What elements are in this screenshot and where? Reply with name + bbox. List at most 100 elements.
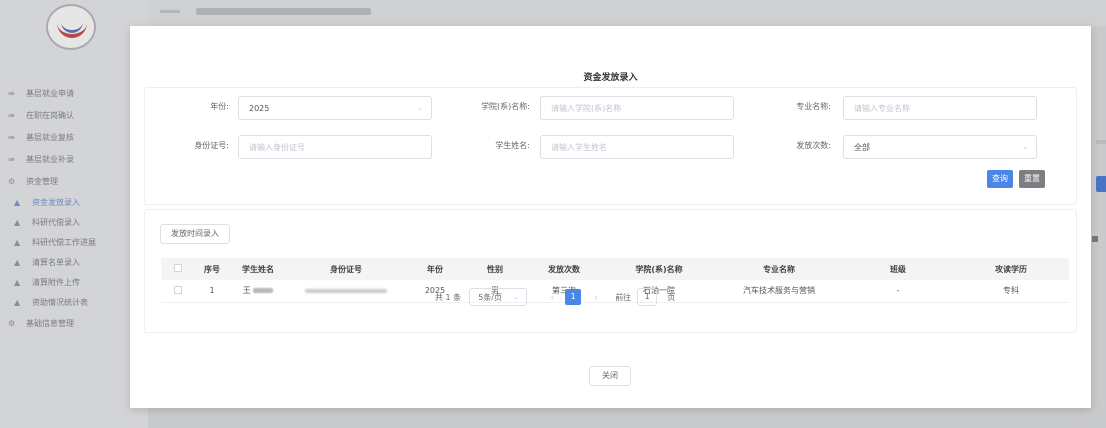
year-value: 2025 bbox=[249, 103, 270, 113]
id-number-input[interactable]: 请输入身份证号 bbox=[238, 135, 432, 159]
row-major: 汽车技术服务与营销 bbox=[743, 286, 815, 296]
pagination: 共 1 条 5条/页 ⌄ ‹ 1 › 前往 1 页 bbox=[435, 288, 675, 306]
sidebar-item[interactable]: ▲ 科研代偿录入 bbox=[0, 212, 148, 232]
row-class: - bbox=[896, 286, 900, 296]
student-name-input[interactable]: 请输入学生姓名 bbox=[540, 135, 734, 159]
times-label: 发放次数: bbox=[796, 141, 831, 150]
college-input[interactable]: 请输入学院(系)名称 bbox=[540, 96, 734, 120]
gear-icon: ⚙ bbox=[8, 176, 16, 186]
sidebar-item[interactable]: ⇛ 基层就业复核 bbox=[0, 126, 148, 148]
college-placeholder: 请输入学院(系)名称 bbox=[551, 103, 622, 113]
year-label: 年份: bbox=[210, 102, 229, 111]
major-placeholder: 请输入专业名称 bbox=[854, 103, 910, 113]
fund-entry-dialog: 资金发放录入 年份: 2025 ⌄ 学院(系)名称: 请输入学院(系)名称 专业… bbox=[130, 26, 1091, 408]
sidebar-item[interactable]: ▲ 清算附件上传 bbox=[0, 272, 148, 292]
column-header: 序号 bbox=[204, 264, 220, 274]
background-element bbox=[1092, 236, 1098, 242]
folder-icon: ▲ bbox=[14, 197, 21, 207]
sidebar-item-label: 清算名单录入 bbox=[32, 257, 80, 267]
menu-toggle-icon[interactable] bbox=[160, 10, 180, 13]
sidebar-item-label: 清算附件上传 bbox=[32, 277, 80, 287]
row-degree: 专科 bbox=[1003, 286, 1019, 296]
search-form: 年份: 2025 ⌄ 学院(系)名称: 请输入学院(系)名称 专业名称: 请输入… bbox=[144, 87, 1077, 205]
redacted-id-number bbox=[305, 289, 387, 294]
sidebar-item[interactable]: ▲ 资金发放录入 bbox=[0, 192, 148, 212]
sidebar-item-label: 在职在岗确认 bbox=[26, 110, 74, 120]
layers-icon: ⇛ bbox=[8, 110, 15, 120]
column-header: 性别 bbox=[487, 264, 503, 274]
select-all-checkbox[interactable] bbox=[174, 264, 182, 272]
column-header: 学生姓名 bbox=[242, 264, 274, 274]
row-id-number bbox=[287, 280, 405, 302]
chevron-down-icon: ⌄ bbox=[1022, 143, 1028, 151]
column-header: 攻读学历 bbox=[995, 264, 1027, 274]
sidebar: ⇛ 基层就业申请 ⇛ 在职在岗确认 ⇛ 基层就业复核 ⇛ 基层就业补录 ⚙ 资金管理 ▲ 资金发放录入… bbox=[0, 0, 148, 428]
column-header: 学院(系)名称 bbox=[635, 264, 683, 274]
column-header: 身份证号 bbox=[330, 264, 362, 274]
select-all-cell[interactable] bbox=[161, 258, 195, 280]
time-entry-button[interactable]: 发放时间录入 bbox=[160, 224, 230, 244]
major-input[interactable]: 请输入专业名称 bbox=[843, 96, 1037, 120]
folder-icon: ▲ bbox=[14, 257, 21, 267]
redacted-name bbox=[253, 288, 274, 294]
sidebar-item-label: 基层就业申请 bbox=[26, 88, 74, 98]
folder-icon: ▲ bbox=[14, 217, 21, 227]
close-button[interactable]: 关闭 bbox=[589, 366, 631, 386]
sidebar-item[interactable]: ▲ 资助情况统计表 bbox=[0, 292, 148, 312]
sidebar-item[interactable]: ▲ 清算名单录入 bbox=[0, 252, 148, 272]
prev-page-button[interactable]: ‹ bbox=[543, 293, 561, 302]
folder-icon: ▲ bbox=[14, 277, 21, 287]
student-placeholder: 请输入学生姓名 bbox=[551, 142, 607, 152]
chevron-down-icon: ⌄ bbox=[513, 293, 520, 301]
table-header-row: 序号 学生姓名 身份证号 年份 性别 发放次数 学院(系)名称 专业名称 班级 … bbox=[161, 258, 1069, 280]
row-select-cell[interactable] bbox=[161, 280, 195, 302]
id-label: 身份证号: bbox=[194, 141, 229, 150]
sidebar-item-label: 资助情况统计表 bbox=[32, 297, 88, 307]
page-size-value: 5条/页 bbox=[478, 292, 502, 302]
year-select[interactable]: 2025 ⌄ bbox=[238, 96, 432, 120]
sidebar-item-label: 资金管理 bbox=[26, 176, 58, 186]
layers-icon: ⇛ bbox=[8, 88, 15, 98]
sidebar-item-label: 资金发放录入 bbox=[32, 197, 80, 207]
sidebar-item[interactable]: ▲ 科研代偿工作进展 bbox=[0, 232, 148, 252]
sidebar-item-label: 科研代偿录入 bbox=[32, 217, 80, 227]
goto-label: 前往 bbox=[615, 292, 632, 302]
next-page-button[interactable]: › bbox=[587, 293, 605, 302]
sidebar-item[interactable]: ⇛ 基层就业申请 bbox=[0, 82, 148, 104]
sidebar-menu: ⇛ 基层就业申请 ⇛ 在职在岗确认 ⇛ 基层就业复核 ⇛ 基层就业补录 ⚙ 资金管理 ▲ 资金发放录入… bbox=[0, 82, 148, 334]
times-value: 全部 bbox=[854, 142, 870, 152]
times-select[interactable]: 全部 ⌄ bbox=[843, 135, 1037, 159]
reset-button[interactable]: 重置 bbox=[1019, 170, 1045, 188]
goto-page-input[interactable]: 1 bbox=[637, 288, 658, 306]
sidebar-item-label: 基础信息管理 bbox=[26, 318, 74, 328]
folder-icon: ▲ bbox=[14, 237, 21, 247]
column-header: 班级 bbox=[890, 264, 906, 274]
chevron-down-icon: ⌄ bbox=[417, 104, 423, 112]
page-size-select[interactable]: 5条/页 ⌄ bbox=[469, 288, 528, 306]
id-placeholder: 请输入身份证号 bbox=[249, 142, 305, 152]
total-count: 共 1 条 bbox=[435, 292, 462, 302]
sidebar-item[interactable]: ⇛ 在职在岗确认 bbox=[0, 104, 148, 126]
layers-icon: ⇛ bbox=[8, 132, 15, 142]
sidebar-item-label: 基层就业补录 bbox=[26, 154, 74, 164]
column-header: 专业名称 bbox=[763, 264, 795, 274]
folder-icon: ▲ bbox=[14, 297, 21, 307]
row-index: 1 bbox=[209, 286, 215, 296]
major-label: 专业名称: bbox=[796, 102, 831, 111]
column-header: 发放次数 bbox=[548, 264, 580, 274]
college-label: 学院(系)名称: bbox=[481, 102, 530, 111]
row-checkbox[interactable] bbox=[174, 285, 182, 294]
query-button[interactable]: 查询 bbox=[987, 170, 1013, 188]
sidebar-item[interactable]: ⇛ 基层就业补录 bbox=[0, 148, 148, 170]
logo bbox=[46, 4, 96, 50]
sidebar-item[interactable]: ⚙ 基础信息管理 bbox=[0, 312, 148, 334]
row-student-name: 王 bbox=[229, 280, 287, 302]
gear-icon: ⚙ bbox=[8, 318, 16, 328]
sidebar-item-label: 基层就业复核 bbox=[26, 132, 74, 142]
background-button[interactable] bbox=[1096, 176, 1106, 192]
sidebar-item-label: 科研代偿工作进展 bbox=[32, 237, 96, 247]
page-number-current[interactable]: 1 bbox=[565, 289, 582, 305]
student-name-text: 王 bbox=[242, 286, 251, 296]
page-unit-label: 页 bbox=[667, 292, 676, 302]
sidebar-item[interactable]: ⚙ 资金管理 bbox=[0, 170, 148, 192]
